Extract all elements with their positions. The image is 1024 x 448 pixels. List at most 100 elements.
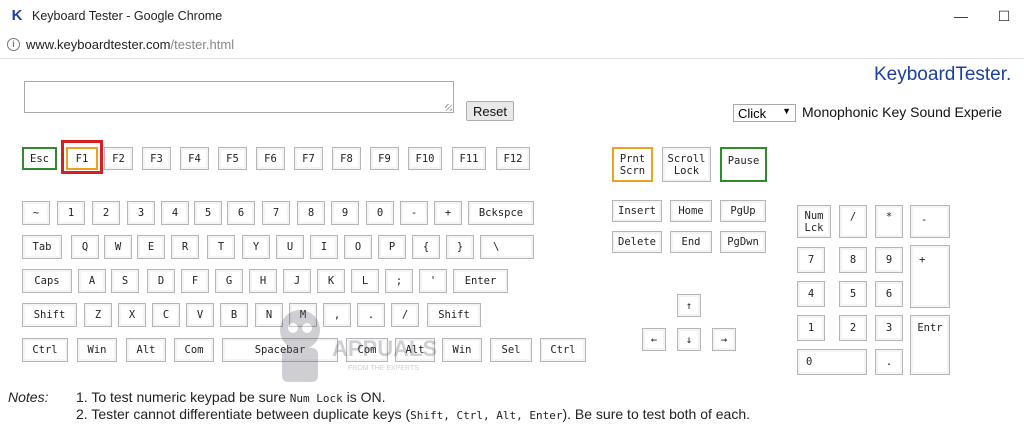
key-num-lock[interactable]: Num Lck bbox=[797, 205, 831, 238]
key-8[interactable]: 8 bbox=[297, 201, 325, 225]
key-num-0[interactable]: 0 bbox=[797, 349, 867, 375]
key-f5[interactable]: F5 bbox=[218, 147, 247, 170]
key-enter[interactable]: Enter bbox=[453, 269, 508, 293]
key-num-5[interactable]: 5 bbox=[839, 281, 867, 307]
key-s[interactable]: S bbox=[111, 269, 139, 293]
key-backslash[interactable]: \ bbox=[480, 235, 534, 259]
key-left-alt[interactable]: Alt bbox=[126, 338, 166, 362]
sound-select[interactable]: Click ▼ bbox=[733, 104, 796, 122]
key-l[interactable]: L bbox=[351, 269, 379, 293]
key-input-textarea[interactable] bbox=[24, 81, 454, 113]
key-page-down[interactable]: PgDwn bbox=[720, 231, 766, 253]
key-f3[interactable]: F3 bbox=[142, 147, 171, 170]
key-arrow-down[interactable]: ↓ bbox=[677, 328, 701, 351]
key-scroll-lock[interactable]: Scroll Lock bbox=[662, 147, 711, 182]
key-semicolon[interactable]: ; bbox=[385, 269, 413, 293]
key-right-alt[interactable]: Alt bbox=[395, 338, 435, 362]
key-f[interactable]: F bbox=[181, 269, 209, 293]
key-left-brace[interactable]: { bbox=[412, 235, 440, 259]
key-f8[interactable]: F8 bbox=[332, 147, 361, 170]
key-arrow-right[interactable]: → bbox=[712, 328, 736, 351]
key-sel[interactable]: Sel bbox=[490, 338, 532, 362]
key-j[interactable]: J bbox=[283, 269, 311, 293]
key-end[interactable]: End bbox=[670, 231, 712, 253]
key-k[interactable]: K bbox=[317, 269, 345, 293]
key-3[interactable]: 3 bbox=[127, 201, 155, 225]
key-insert[interactable]: Insert bbox=[612, 200, 662, 222]
key-quote[interactable]: ' bbox=[419, 269, 447, 293]
key-4[interactable]: 4 bbox=[161, 201, 189, 225]
key-arrow-left[interactable]: ← bbox=[642, 328, 666, 351]
minimize-button[interactable]: — bbox=[950, 5, 972, 27]
key-num-2[interactable]: 2 bbox=[839, 315, 867, 341]
resize-grip-icon[interactable] bbox=[445, 104, 452, 111]
key-g[interactable]: G bbox=[215, 269, 243, 293]
key-f10[interactable]: F10 bbox=[408, 147, 442, 170]
key-m[interactable]: M bbox=[289, 303, 317, 327]
key-i[interactable]: I bbox=[310, 235, 338, 259]
key-0[interactable]: 0 bbox=[366, 201, 394, 225]
key-num-4[interactable]: 4 bbox=[797, 281, 825, 307]
key-slash[interactable]: / bbox=[391, 303, 419, 327]
key-f11[interactable]: F11 bbox=[452, 147, 486, 170]
key-w[interactable]: W bbox=[104, 235, 132, 259]
key-b[interactable]: B bbox=[220, 303, 248, 327]
key-6[interactable]: 6 bbox=[227, 201, 255, 225]
key-num-enter[interactable]: Entr bbox=[910, 315, 950, 375]
key-num-1[interactable]: 1 bbox=[797, 315, 825, 341]
key-u[interactable]: U bbox=[276, 235, 304, 259]
key-num-minus[interactable]: - bbox=[910, 205, 950, 238]
key-n[interactable]: N bbox=[255, 303, 283, 327]
key-left-com[interactable]: Com bbox=[174, 338, 214, 362]
key-t[interactable]: T bbox=[207, 235, 235, 259]
info-icon[interactable]: i bbox=[7, 38, 20, 51]
key-right-win[interactable]: Win bbox=[442, 338, 482, 362]
key-num-3[interactable]: 3 bbox=[875, 315, 903, 341]
key-2[interactable]: 2 bbox=[92, 201, 120, 225]
site-logo[interactable]: KeyboardTester. bbox=[874, 64, 1011, 86]
key-p[interactable]: P bbox=[378, 235, 406, 259]
key-d[interactable]: D bbox=[147, 269, 175, 293]
key-f9[interactable]: F9 bbox=[370, 147, 399, 170]
key-plus[interactable]: + bbox=[434, 201, 462, 225]
maximize-button[interactable]: ☐ bbox=[993, 5, 1015, 27]
key-right-ctrl[interactable]: Ctrl bbox=[540, 338, 586, 362]
key-left-win[interactable]: Win bbox=[77, 338, 117, 362]
key-comma[interactable]: , bbox=[323, 303, 351, 327]
key-f6[interactable]: F6 bbox=[256, 147, 285, 170]
key-f4[interactable]: F4 bbox=[180, 147, 209, 170]
key-home[interactable]: Home bbox=[670, 200, 712, 222]
key-9[interactable]: 9 bbox=[331, 201, 359, 225]
key-v[interactable]: V bbox=[186, 303, 214, 327]
key-r[interactable]: R bbox=[171, 235, 199, 259]
key-num-dot[interactable]: . bbox=[875, 349, 903, 375]
key-num-6[interactable]: 6 bbox=[875, 281, 903, 307]
key-tilde[interactable]: ~ bbox=[22, 201, 50, 225]
key-num-7[interactable]: 7 bbox=[797, 247, 825, 273]
key-tab[interactable]: Tab bbox=[22, 235, 62, 259]
key-7[interactable]: 7 bbox=[262, 201, 290, 225]
key-right-com[interactable]: Com bbox=[346, 338, 388, 362]
key-e[interactable]: E bbox=[137, 235, 165, 259]
reset-button[interactable]: Reset bbox=[466, 101, 514, 121]
key-esc[interactable]: Esc bbox=[22, 147, 57, 170]
key-num-star[interactable]: * bbox=[875, 205, 903, 238]
key-spacebar[interactable]: Spacebar bbox=[222, 338, 338, 362]
key-x[interactable]: X bbox=[118, 303, 146, 327]
key-q[interactable]: Q bbox=[71, 235, 99, 259]
url-text[interactable]: www.keyboardtester.com/tester.html bbox=[26, 37, 234, 52]
key-num-8[interactable]: 8 bbox=[839, 247, 867, 273]
key-caps-lock[interactable]: Caps bbox=[22, 269, 72, 293]
key-right-shift[interactable]: Shift bbox=[427, 303, 481, 327]
key-c[interactable]: C bbox=[152, 303, 180, 327]
key-print-screen[interactable]: Prnt Scrn bbox=[612, 147, 653, 182]
key-period[interactable]: . bbox=[357, 303, 385, 327]
key-left-shift[interactable]: Shift bbox=[22, 303, 77, 327]
key-minus[interactable]: - bbox=[400, 201, 428, 225]
key-delete[interactable]: Delete bbox=[612, 231, 662, 253]
address-bar[interactable]: i www.keyboardtester.com/tester.html bbox=[0, 32, 1024, 59]
key-o[interactable]: O bbox=[344, 235, 372, 259]
key-pause[interactable]: Pause bbox=[720, 147, 767, 182]
key-num-slash[interactable]: / bbox=[839, 205, 867, 238]
key-a[interactable]: A bbox=[78, 269, 106, 293]
